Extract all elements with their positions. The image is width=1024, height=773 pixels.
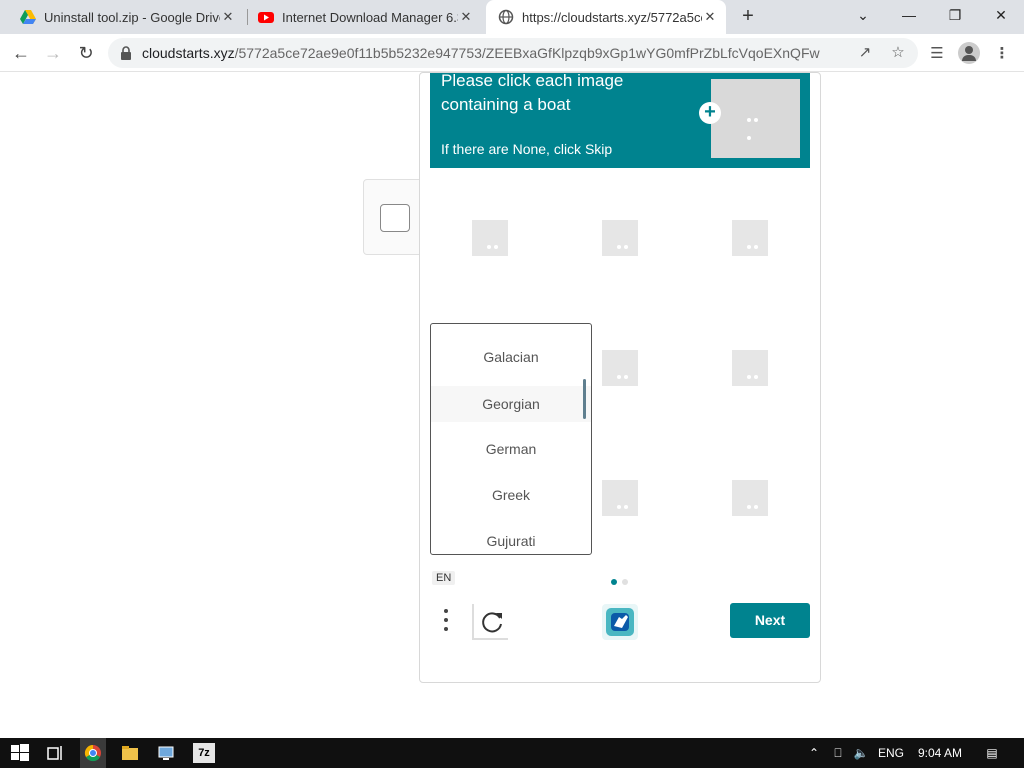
volume-icon[interactable]: 🔈 — [851, 738, 871, 768]
star-icon[interactable]: ☆ — [888, 43, 908, 63]
file-explorer-icon[interactable] — [119, 743, 141, 763]
restore-button[interactable]: ❐ — [943, 5, 967, 25]
menu-dots-icon[interactable] — [442, 607, 450, 635]
image-tile[interactable] — [602, 350, 638, 386]
language-option[interactable]: German — [431, 441, 591, 457]
forward-arrow-icon[interactable]: → — [40, 40, 66, 66]
7zip-icon[interactable]: 7z — [193, 743, 215, 763]
loading-dots — [747, 236, 763, 249]
tab-google-drive[interactable]: Uninstall tool.zip - Google Drive ✕ — [12, 0, 242, 34]
prompt-text: Please click each image containing a boa… — [441, 72, 624, 114]
pagination-dot-active — [611, 579, 617, 585]
tab-close-icon[interactable]: ✕ — [458, 9, 474, 25]
task-view-icon[interactable] — [44, 743, 66, 763]
language-option[interactable]: Gujurati — [431, 533, 591, 549]
tab-title: Internet Download Manager 6.38 — [282, 9, 458, 25]
image-tile[interactable] — [602, 480, 638, 516]
image-tile[interactable] — [732, 220, 768, 256]
captcha-challenge: Please click each image containing a boa… — [419, 72, 821, 683]
tab-strip: Uninstall tool.zip - Google Drive ✕ Inte… — [0, 0, 1024, 34]
loading-dots — [747, 366, 763, 379]
loading-dots — [617, 236, 633, 249]
minimize-button[interactable]: — — [897, 5, 921, 25]
captcha-checkbox[interactable] — [380, 204, 410, 232]
url-text[interactable]: cloudstarts.xyz/5772a5ce72ae9e0f11b5b523… — [142, 45, 820, 61]
captcha-checkbox-card — [363, 179, 423, 255]
expand-example-icon[interactable]: + — [699, 102, 721, 124]
hcaptcha-logo[interactable] — [602, 604, 638, 640]
lock-icon — [121, 46, 131, 60]
refresh-challenge-button[interactable] — [472, 604, 508, 640]
url-host: cloudstarts.xyz — [142, 45, 235, 61]
skip-hint: If there are None, click Skip — [441, 141, 613, 157]
language-list[interactable]: Galacian Georgian German Greek Gujurati — [430, 323, 592, 555]
language-badge[interactable]: EN — [432, 571, 456, 585]
back-arrow-icon[interactable]: ← — [8, 40, 34, 66]
url-path: /5772a5ce72ae9e0f11b5b5232e947753/ZEEBxa… — [234, 45, 820, 61]
refresh-icon — [482, 612, 502, 633]
loading-dots — [487, 236, 503, 249]
share-icon[interactable]: ↗ — [855, 43, 875, 63]
example-image[interactable] — [711, 79, 800, 158]
tab-idm[interactable]: Internet Download Manager 6.38 ✕ — [250, 0, 480, 34]
reading-list-icon[interactable]: ☰ — [926, 43, 948, 65]
tray-chevron-icon[interactable]: ⌃ — [804, 738, 824, 768]
language-option-selected[interactable]: Georgian — [431, 386, 591, 422]
challenge-prompt: Please click each image containing a boa… — [430, 73, 810, 168]
input-language[interactable]: ENG — [876, 738, 906, 768]
youtube-icon — [258, 12, 274, 23]
windows-taskbar: 7z ⌃ ⎕ 🔈 ENG 9:04 AM ▤ — [0, 738, 1024, 768]
language-option[interactable]: Galacian — [431, 349, 591, 365]
tab-close-icon[interactable]: ✕ — [220, 9, 236, 25]
loading-dots — [617, 366, 633, 379]
image-tile[interactable] — [732, 350, 768, 386]
pagination-dot — [622, 579, 628, 585]
language-option[interactable]: Greek — [431, 487, 591, 503]
tab-separator — [247, 9, 248, 25]
network-app-icon[interactable] — [155, 743, 177, 763]
chrome-taskbar-button[interactable] — [80, 738, 106, 768]
tab-search-dropdown-icon[interactable]: ⌄ — [851, 5, 875, 25]
window-close-button[interactable]: ✕ — [989, 5, 1013, 25]
profile-avatar[interactable] — [958, 42, 980, 64]
network-icon[interactable]: ⎕ — [828, 738, 848, 768]
notifications-icon[interactable]: ▤ — [980, 738, 1004, 768]
tab-cloudstarts[interactable]: https://cloudstarts.xyz/5772a5ce ✕ — [486, 0, 726, 34]
image-tile[interactable] — [472, 220, 508, 256]
kebab-menu-icon[interactable]: ⋮ — [991, 43, 1013, 65]
chrome-icon — [84, 744, 101, 762]
image-tile[interactable] — [602, 220, 638, 256]
reload-icon[interactable]: ↻ — [73, 40, 99, 66]
language-list-scrollbar[interactable] — [583, 379, 586, 419]
address-bar[interactable]: cloudstarts.xyz/5772a5ce72ae9e0f11b5b523… — [108, 38, 918, 68]
globe-icon — [498, 9, 514, 25]
tab-title: https://cloudstarts.xyz/5772a5ce — [522, 9, 702, 25]
loading-dots — [747, 496, 763, 509]
windows-start-icon[interactable] — [9, 743, 31, 763]
next-button[interactable]: Next — [730, 603, 810, 638]
new-tab-button[interactable]: + — [738, 6, 758, 26]
image-tile[interactable] — [732, 480, 768, 516]
loading-dots — [747, 109, 763, 140]
loading-dots — [617, 496, 633, 509]
clock[interactable]: 9:04 AM — [912, 738, 968, 768]
browser-toolbar: ← → ↻ cloudstarts.xyz/5772a5ce72ae9e0f11… — [0, 34, 1024, 72]
hand-icon — [606, 608, 634, 636]
tab-title: Uninstall tool.zip - Google Drive — [44, 9, 220, 25]
tab-close-icon[interactable]: ✕ — [702, 9, 718, 25]
google-drive-icon — [20, 10, 36, 24]
